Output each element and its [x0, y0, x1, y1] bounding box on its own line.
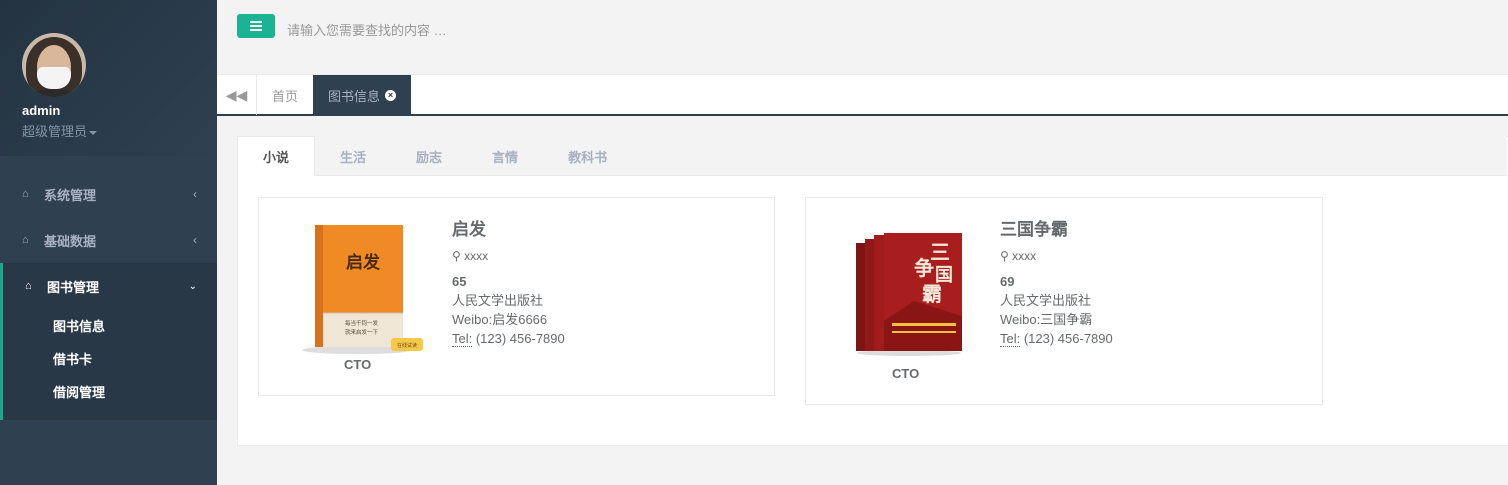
sidebar-item-book-management[interactable]: ⌂ 图书管理 ⌄	[3, 263, 217, 309]
book-number: 65	[452, 274, 467, 289]
cover-title: 启发	[346, 252, 381, 273]
sidebar-item-label: 图书管理	[47, 279, 100, 295]
map-marker-icon: ⚲	[1000, 249, 1009, 263]
tab-label: 图书信息	[328, 88, 381, 104]
sidebar-item-label: 系统管理	[44, 187, 97, 203]
close-icon[interactable]: ×	[385, 89, 397, 101]
tel-label: Tel:	[452, 331, 473, 347]
book-weibo: Weibo:启发6666	[452, 312, 548, 327]
book-tel: (123) 456-7890	[1020, 331, 1113, 346]
book-role: CTO	[344, 357, 372, 372]
tab-category-textbook[interactable]: 教科书	[543, 136, 632, 176]
tab-category-novel[interactable]: 小说	[237, 136, 316, 176]
book-card[interactable]: 三 争 国 霸 CTO 三国争霸 ⚲ xxxx 69 人民文学出版社 Weibo…	[805, 197, 1323, 405]
home-icon: ⌂	[22, 188, 29, 200]
sidebar-subitem-library-card[interactable]: 借书卡	[3, 342, 217, 375]
tab-label: 首页	[272, 88, 299, 104]
sidebar-subitem-book-info[interactable]: 图书信息	[3, 309, 217, 342]
tabs-scroll-left-button[interactable]: ◀◀	[217, 75, 257, 115]
svg-text:就来启发一下: 就来启发一下	[345, 328, 379, 336]
book-tel: (123) 456-7890	[472, 331, 565, 346]
page-tabs-bar: ◀◀ 首页 图书信息 ×	[217, 74, 1508, 116]
svg-text:每当千钧一发: 每当千钧一发	[345, 319, 379, 327]
book-role: CTO	[892, 366, 920, 381]
tel-label: Tel:	[1000, 331, 1021, 347]
category-tabs: 小说 生活 励志 言情 教科书	[237, 136, 1507, 176]
user-name: admin	[22, 103, 61, 118]
sidebar-item-system[interactable]: ⌂ 系统管理 ‹	[0, 171, 217, 217]
chevron-left-icon: ‹	[193, 187, 197, 201]
caret-down-icon	[89, 130, 98, 135]
chevron-left-icon: ‹	[193, 233, 197, 247]
book-weibo: Weibo:三国争霸	[1000, 312, 1093, 327]
user-role-dropdown[interactable]: 超级管理员	[22, 121, 217, 140]
double-chevron-left-icon: ◀◀	[225, 86, 248, 103]
svg-text:争: 争	[914, 256, 934, 280]
tab-category-inspiration[interactable]: 励志	[391, 136, 467, 176]
cover-badge: 在线试读	[397, 342, 417, 349]
tab-category-life[interactable]: 生活	[315, 136, 391, 176]
svg-text:霸: 霸	[922, 282, 942, 306]
book-publisher: 人民文学出版社	[452, 293, 544, 308]
sidebar-item-label: 基础数据	[44, 233, 97, 249]
profile-panel: admin 超级管理员	[0, 0, 217, 156]
home-icon: ⌂	[22, 234, 29, 246]
sidebar-item-basic-data[interactable]: ⌂ 基础数据 ‹	[0, 217, 217, 263]
search-input[interactable]	[287, 18, 687, 42]
hamburger-icon	[250, 21, 262, 23]
book-cover-image: 三 争 国 霸	[854, 231, 966, 356]
book-title: 三国争霸	[1000, 220, 1068, 239]
book-location: xxxx	[464, 249, 489, 263]
tab-home[interactable]: 首页	[257, 75, 313, 115]
book-title: 启发	[452, 220, 486, 239]
user-role-label: 超级管理员	[22, 124, 88, 139]
map-marker-icon: ⚲	[452, 249, 461, 263]
book-location: xxxx	[1012, 249, 1037, 263]
sidebar: admin 超级管理员 ⌂ 系统管理 ‹ ⌂ 基础数据 ‹ ⌂ 图书管理 ⌄ 图…	[0, 0, 217, 485]
book-number: 69	[1000, 274, 1015, 289]
content-panel: 小说 生活 励志 言情 教科书 启发 每当千钧一发 就来启发一下 在线试读 CT…	[237, 136, 1508, 446]
tab-book-info[interactable]: 图书信息 ×	[313, 75, 412, 115]
home-icon: ⌂	[25, 280, 32, 292]
tab-category-romance[interactable]: 言情	[467, 136, 543, 176]
top-bar	[217, 0, 1508, 74]
sidebar-group-books: ⌂ 图书管理 ⌄ 图书信息 借书卡 借阅管理	[0, 263, 217, 420]
book-publisher: 人民文学出版社	[1000, 293, 1092, 308]
menu-toggle-button[interactable]	[237, 14, 275, 38]
sidebar-subitem-borrow-management[interactable]: 借阅管理	[3, 375, 217, 408]
avatar[interactable]	[22, 33, 86, 97]
book-card[interactable]: 启发 每当千钧一发 就来启发一下 在线试读 CTO 启发 ⚲ xxxx 65 人…	[258, 197, 775, 396]
book-cover-image: 启发 每当千钧一发 就来启发一下 在线试读	[297, 220, 427, 355]
chevron-down-icon: ⌄	[188, 280, 197, 292]
